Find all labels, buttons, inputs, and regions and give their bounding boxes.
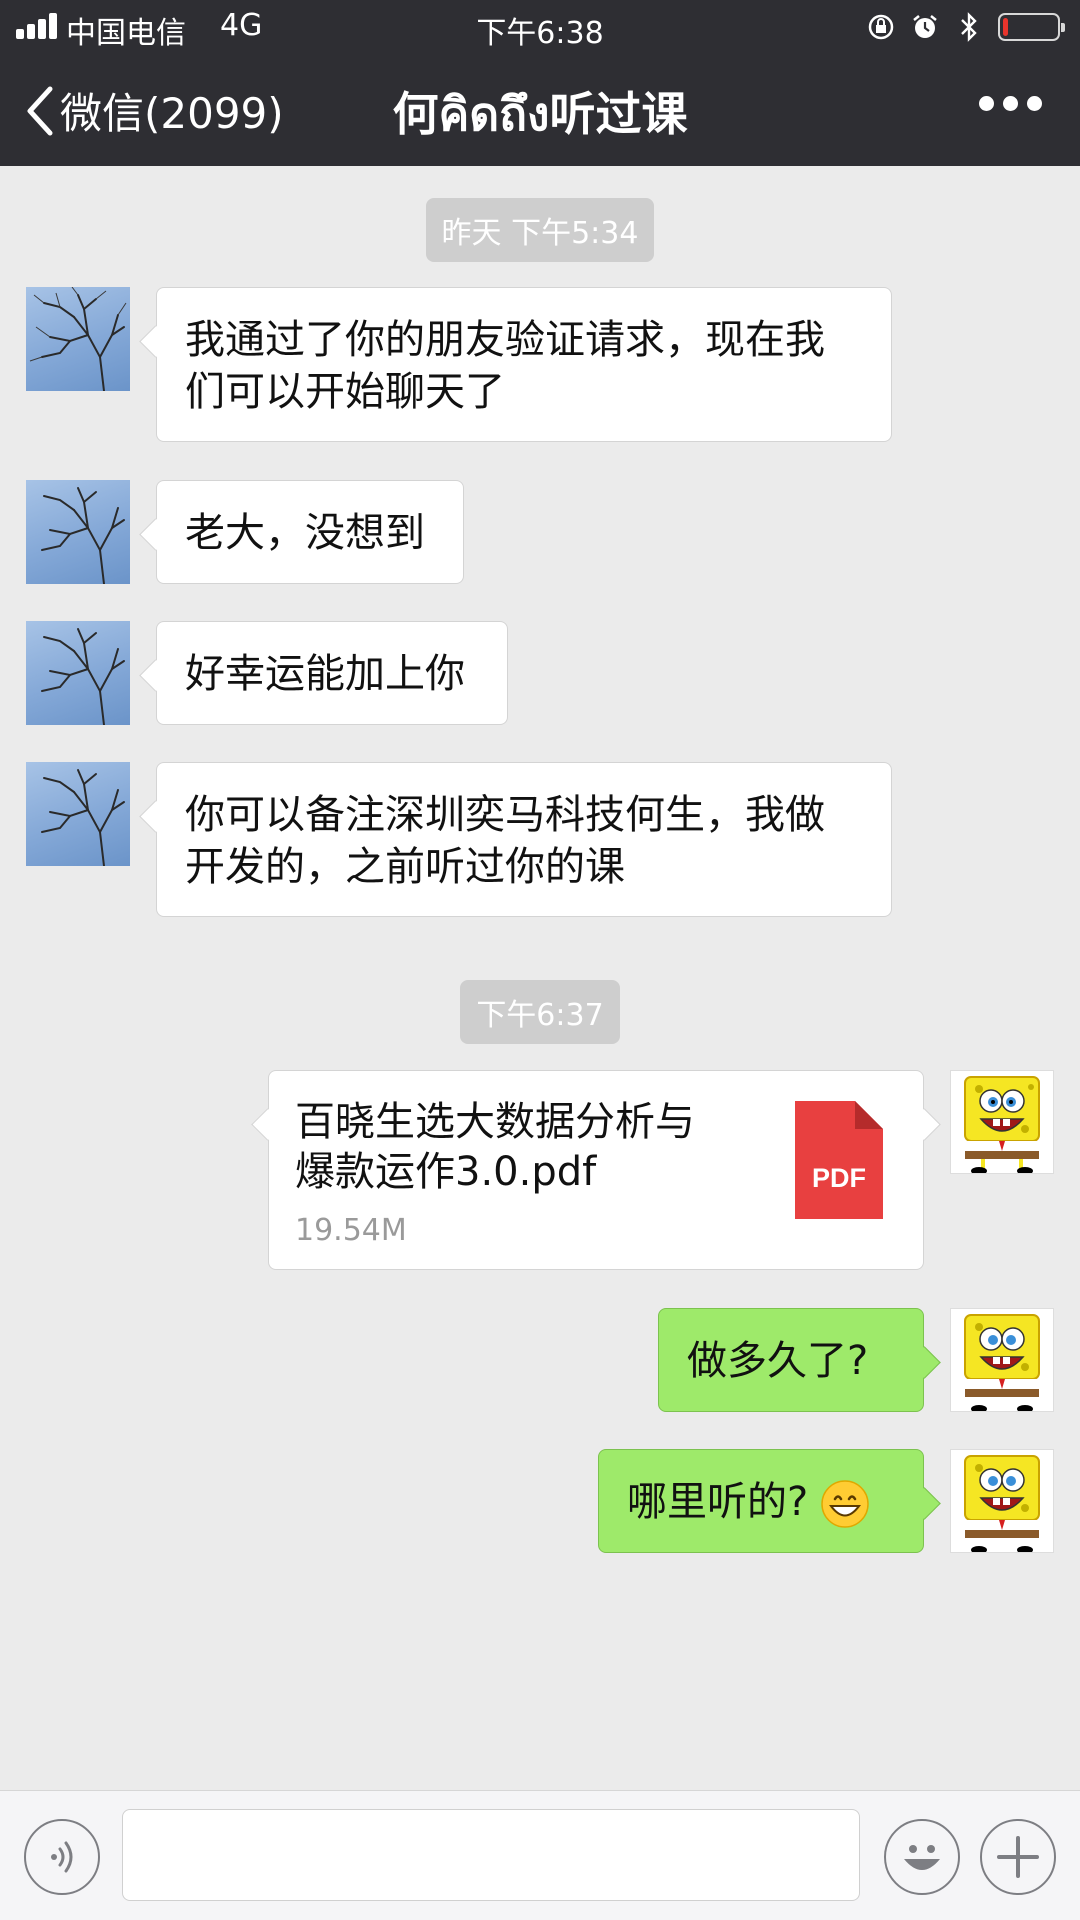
message-text: 哪里听的? bbox=[627, 1479, 809, 1525]
sponge-character-picture bbox=[964, 1455, 1040, 1552]
contact-avatar[interactable] bbox=[26, 621, 130, 725]
alarm-icon bbox=[910, 12, 940, 42]
message-bubble-incoming[interactable]: 好幸运能加上你 bbox=[156, 621, 508, 725]
my-avatar[interactable] bbox=[950, 1308, 1054, 1412]
message-text: 们可以开始聊天了 bbox=[185, 369, 505, 415]
message-text: 我通过了你的朋友验证请求，现在我 bbox=[185, 317, 825, 363]
message-bubble-outgoing[interactable]: 哪里听的? bbox=[598, 1449, 924, 1553]
top-bar: 中国电信 4G 下午6:38 微信(2099) 何คิดถึง听过课 bbox=[0, 0, 1080, 166]
my-avatar[interactable] bbox=[950, 1070, 1054, 1174]
sponge-character-picture bbox=[964, 1314, 1040, 1411]
navigation-bar: 微信(2099) 何คิดถึง听过课 bbox=[0, 54, 1080, 166]
chat-title: 何คิดถึง听过课 bbox=[392, 87, 688, 141]
timestamp: 下午6:37 bbox=[0, 980, 1080, 1044]
input-bar bbox=[0, 1790, 1080, 1920]
contact-avatar[interactable] bbox=[26, 287, 130, 391]
message-text: 好幸运能加上你 bbox=[185, 651, 465, 697]
contact-avatar[interactable] bbox=[26, 762, 130, 866]
svg-text:PDF: PDF bbox=[812, 1163, 866, 1193]
chat-area[interactable]: 昨天 下午5:34 我通过了你的朋友验证请求，现在我 们可以开始聊天了 老大，没… bbox=[0, 166, 1080, 1790]
message-bubble-incoming[interactable]: 我通过了你的朋友验证请求，现在我 们可以开始聊天了 bbox=[156, 287, 892, 442]
sponge-character-picture bbox=[964, 1076, 1040, 1173]
contact-avatar[interactable] bbox=[26, 480, 130, 584]
message-text: 你可以备注深圳奕马科技何生，我做 bbox=[185, 792, 825, 838]
tree-picture bbox=[29, 287, 127, 391]
message-bubble-incoming[interactable]: 老大，没想到 bbox=[156, 480, 464, 584]
status-icons bbox=[866, 10, 1065, 44]
file-size: 19.54M bbox=[295, 1213, 407, 1248]
file-message-bubble[interactable]: 百晓生选大数据分析与 爆款运作3.0.pdf 19.54M PDF bbox=[268, 1070, 924, 1270]
bluetooth-icon bbox=[954, 12, 984, 42]
message-text: 老大，没想到 bbox=[185, 510, 425, 556]
voice-button[interactable] bbox=[24, 1819, 100, 1895]
pdf-file-icon: PDF bbox=[795, 1101, 883, 1219]
message-bubble-incoming[interactable]: 你可以备注深圳奕马科技何生，我做 开发的，之前听过你的课 bbox=[156, 762, 892, 917]
status-bar: 中国电信 4G 下午6:38 bbox=[0, 0, 1080, 54]
battery-icon bbox=[998, 13, 1065, 41]
message-input[interactable] bbox=[122, 1809, 860, 1901]
battery-level bbox=[1003, 18, 1008, 36]
message-text: 做多久了? bbox=[687, 1338, 869, 1384]
tree-picture bbox=[41, 487, 125, 584]
plus-button[interactable] bbox=[980, 1819, 1056, 1895]
message-text: 开发的，之前听过你的课 bbox=[185, 844, 625, 890]
emoji-icon bbox=[904, 1845, 940, 1870]
grinning-face-emoji-icon bbox=[821, 1480, 869, 1528]
timestamp: 昨天 下午5:34 bbox=[0, 198, 1080, 262]
plus-icon bbox=[997, 1836, 1039, 1878]
emoji-button[interactable] bbox=[884, 1819, 960, 1895]
my-avatar[interactable] bbox=[950, 1449, 1054, 1553]
tree-picture bbox=[41, 769, 125, 866]
tree-picture bbox=[41, 628, 125, 725]
more-dots-icon[interactable] bbox=[979, 96, 1042, 111]
orientation-lock-icon bbox=[866, 12, 896, 42]
file-name: 百晓生选大数据分析与 爆款运作3.0.pdf bbox=[295, 1099, 695, 1195]
message-bubble-outgoing[interactable]: 做多久了? bbox=[658, 1308, 924, 1412]
voice-icon bbox=[51, 1841, 73, 1873]
